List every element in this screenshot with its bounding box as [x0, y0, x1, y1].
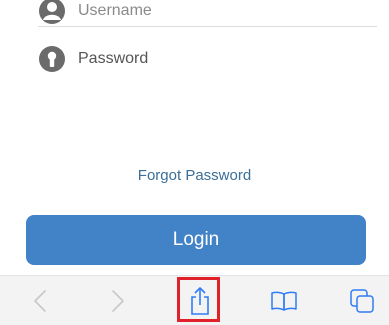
password-label: Password: [78, 50, 149, 67]
login-screen: Username Password Forgot Password Login: [0, 0, 389, 325]
forgot-password-link[interactable]: Forgot Password: [0, 167, 389, 184]
tabs-button[interactable]: [340, 276, 384, 325]
login-button[interactable]: Login: [26, 215, 366, 265]
chevron-left-icon: [34, 290, 46, 312]
user-icon: [39, 0, 65, 24]
forward-button[interactable]: [96, 276, 140, 325]
back-button[interactable]: [18, 276, 62, 325]
bookmarks-button[interactable]: [262, 276, 306, 325]
lock-icon: [39, 46, 65, 72]
username-label: Username: [78, 2, 152, 19]
tabs-icon: [350, 289, 374, 313]
share-icon: [191, 287, 209, 315]
chevron-right-icon: [112, 290, 124, 312]
password-field[interactable]: Password: [38, 44, 377, 74]
browser-toolbar: [0, 275, 389, 325]
share-button[interactable]: [178, 276, 222, 325]
book-icon: [271, 291, 297, 311]
username-field[interactable]: Username: [38, 0, 377, 27]
